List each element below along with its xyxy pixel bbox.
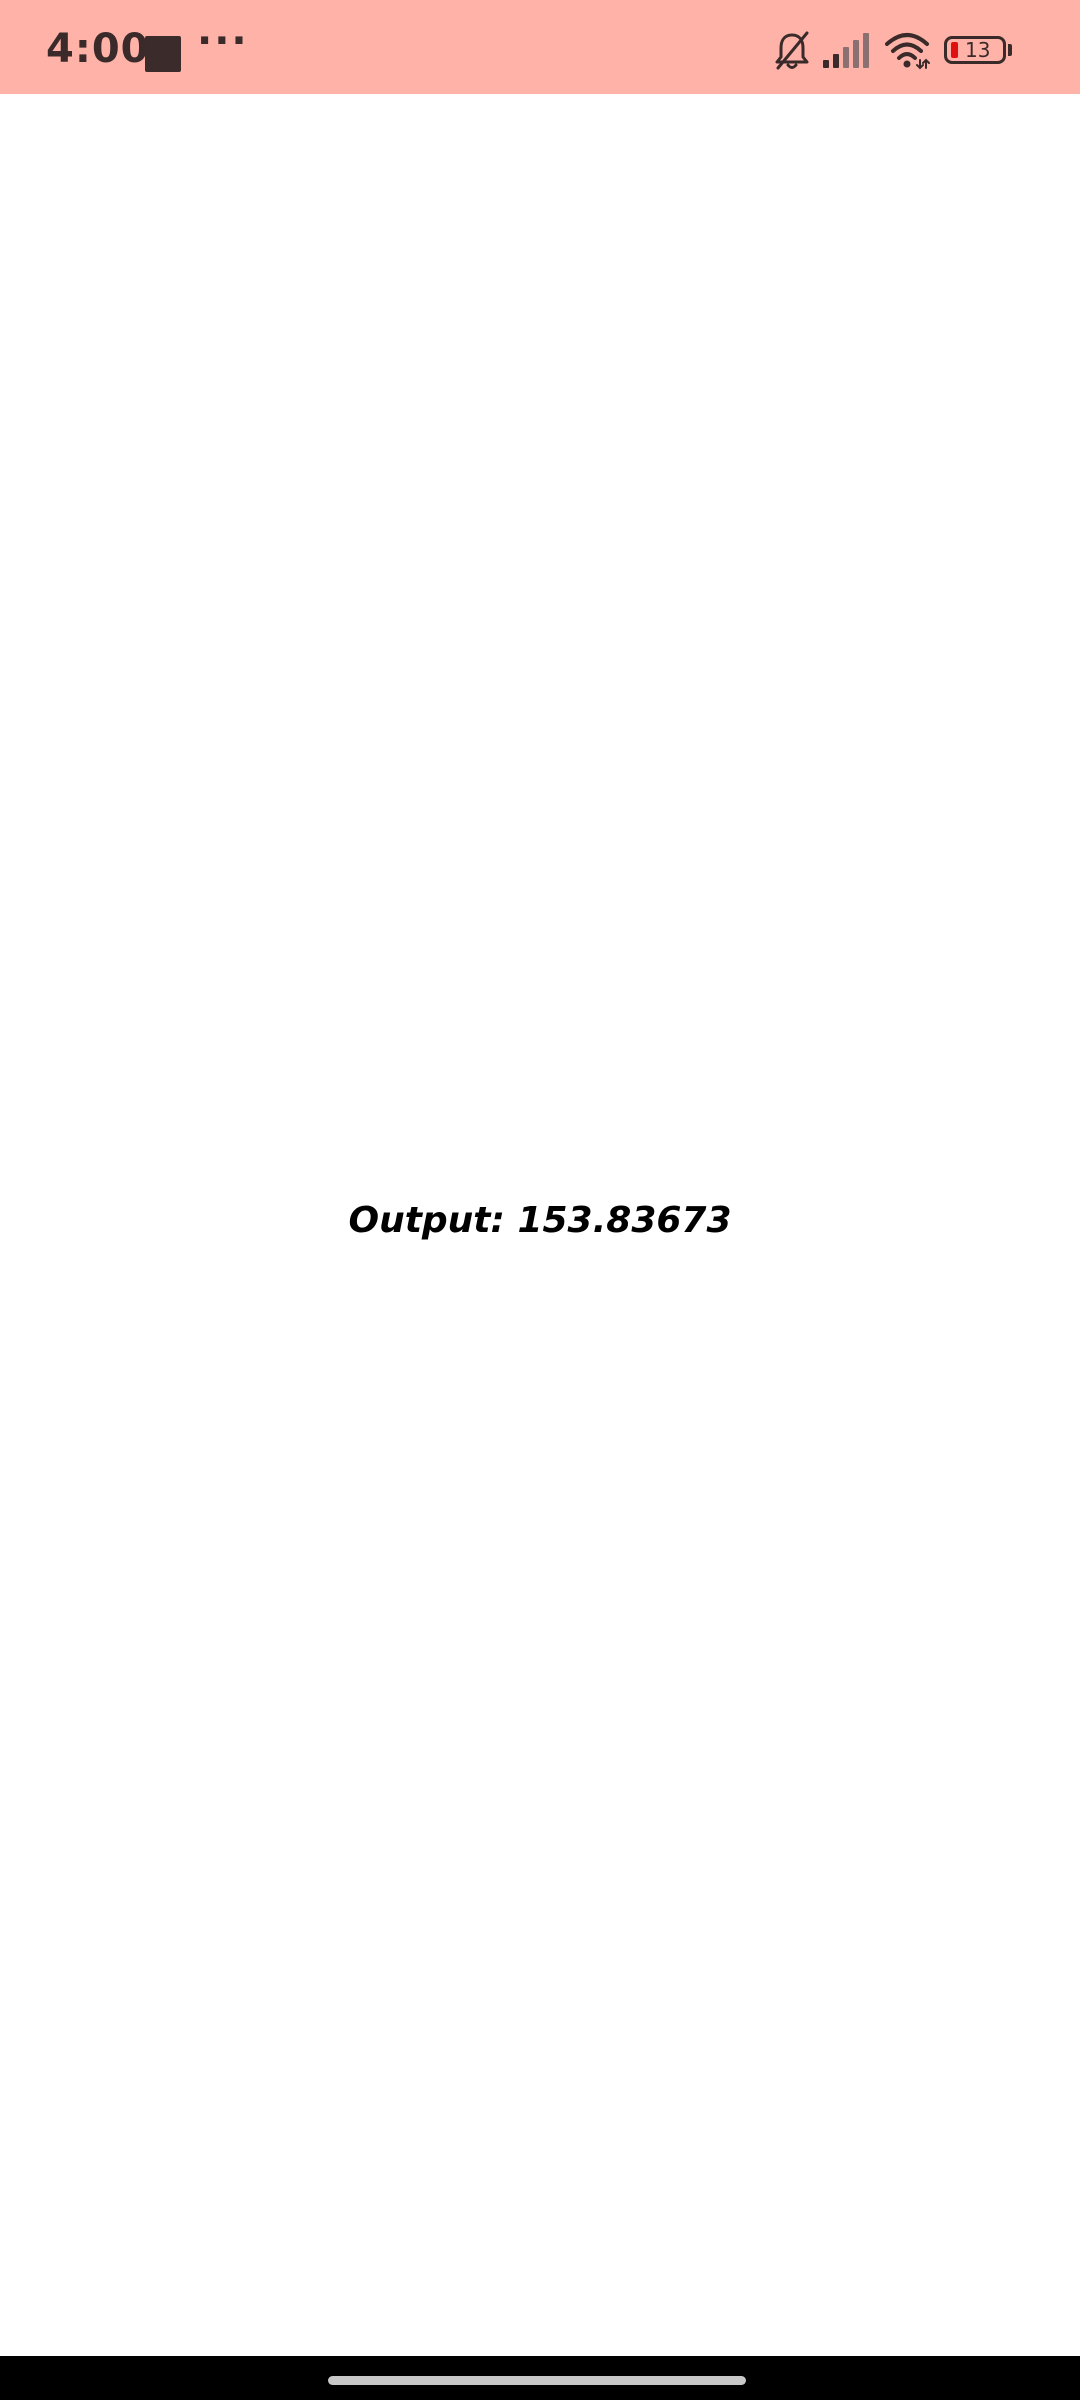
navigation-bar (0, 2356, 1080, 2400)
app-screen: 4:00 ··· 13 Output: 153.83673 (0, 0, 1080, 2400)
battery-percentage: 13 (965, 38, 991, 62)
more-notifications-icon: ··· (197, 18, 249, 64)
output-label: Output: 153.83673 (348, 1200, 732, 1241)
cell-signal-icon (823, 33, 869, 68)
home-indicator[interactable] (328, 2376, 746, 2385)
battery-icon: 13 (944, 36, 1006, 64)
notification-app-icon (145, 36, 181, 72)
battery-level-fill (951, 42, 958, 58)
status-time: 4:00 (46, 26, 150, 72)
wifi-icon (885, 33, 930, 70)
bell-off-icon (775, 31, 809, 70)
status-bar: 4:00 ··· 13 (0, 0, 1080, 94)
battery-terminal (1008, 44, 1012, 56)
